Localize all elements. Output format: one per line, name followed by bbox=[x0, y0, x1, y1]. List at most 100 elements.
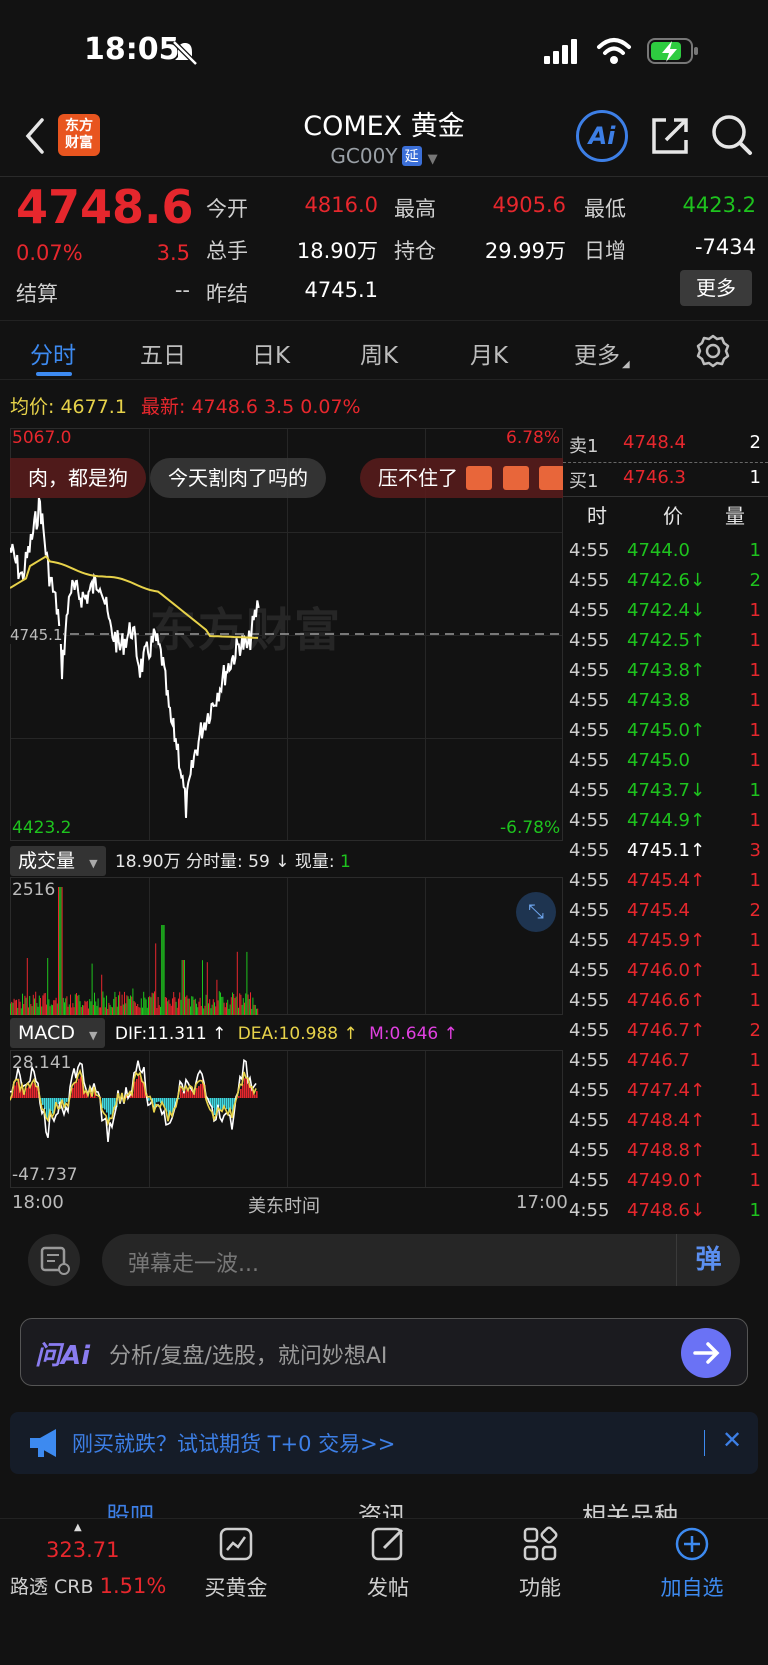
volume-bar bbox=[18, 999, 20, 1015]
nav-post[interactable]: 发帖 bbox=[338, 1526, 438, 1606]
tick-time: 4:55 bbox=[569, 750, 610, 771]
chart-top-price: 5067.0 bbox=[12, 428, 72, 448]
volume-bar bbox=[17, 1007, 19, 1015]
tick-row: 4:55 4748.8↑ 1 bbox=[563, 1138, 768, 1168]
tick-qty: 2 bbox=[749, 900, 761, 921]
nav-functions[interactable]: 功能 bbox=[490, 1526, 590, 1606]
danmu-bubble-1[interactable]: 肉，都是狗 bbox=[10, 458, 146, 498]
volume-bar bbox=[32, 994, 34, 1015]
open-label: 今开 bbox=[206, 197, 248, 221]
share-icon[interactable] bbox=[648, 114, 692, 158]
volume-bar bbox=[208, 1003, 209, 1015]
tab-five-day[interactable]: 五日 bbox=[140, 336, 186, 370]
macd-bar bbox=[110, 1098, 112, 1115]
volume-bar bbox=[216, 979, 218, 1015]
volume-bar bbox=[100, 1007, 101, 1015]
settings-gear-icon[interactable] bbox=[696, 334, 730, 368]
danmu-placeholder: 弹幕走一波... bbox=[128, 1252, 259, 1277]
tab-more[interactable]: 更多 ◢ bbox=[574, 336, 630, 370]
tab-daily-k[interactable]: 日K bbox=[252, 336, 290, 370]
tick-time: 4:55 bbox=[569, 1110, 610, 1131]
ai-input-box[interactable]: 问Ai 分析/复盘/选股，就问妙想AI bbox=[20, 1318, 748, 1386]
volume-bar bbox=[65, 998, 67, 1015]
danmu-bubble-3-text: 压不住了 bbox=[378, 466, 458, 490]
nav-index[interactable]: ▲ 323.71 路透 CRB 1.51% bbox=[0, 1518, 166, 1606]
volume-bar bbox=[22, 993, 23, 1015]
volume-bar bbox=[173, 992, 175, 1015]
macd-selector[interactable]: MACD ▼ bbox=[10, 1018, 106, 1048]
volume-bar bbox=[229, 1004, 231, 1015]
dropdown-icon: ▼ bbox=[89, 857, 98, 870]
volume-bar bbox=[16, 999, 17, 1015]
notice-text[interactable]: 刚买就跌？试试期货 T+0 交易>> bbox=[72, 1428, 395, 1458]
close-icon[interactable]: ✕ bbox=[722, 1426, 742, 1454]
danmu-bubble-3[interactable]: 压不住了 bbox=[360, 458, 563, 498]
volume-bar bbox=[42, 995, 44, 1015]
tab-more-label: 更多 bbox=[574, 343, 620, 369]
tab-intraday[interactable]: 分时 bbox=[30, 336, 76, 370]
tick-row: 4:55 4745.9↑ 1 bbox=[563, 928, 768, 958]
macd-bar bbox=[74, 1081, 76, 1098]
volume-bar bbox=[236, 951, 238, 1015]
volume-bar bbox=[178, 998, 179, 1015]
nav-add-watchlist[interactable]: 加自选 bbox=[642, 1526, 742, 1606]
notice-bar[interactable]: 刚买就跌？试试期货 T+0 交易>> ✕ bbox=[10, 1412, 758, 1474]
danmu-send-button[interactable]: 弹 bbox=[676, 1234, 740, 1286]
latest-pct: 0.07% bbox=[300, 396, 361, 418]
more-button[interactable]: 更多 bbox=[680, 270, 752, 306]
tick-price: 4745.4 bbox=[627, 900, 690, 921]
volume-bar bbox=[132, 988, 134, 1015]
volume-bar bbox=[242, 998, 244, 1015]
tick-time: 4:55 bbox=[569, 990, 610, 1011]
volume-bar bbox=[101, 974, 103, 1015]
dropdown-icon: ▼ bbox=[89, 1029, 98, 1042]
volume-bar bbox=[94, 992, 95, 1015]
tick-row: 4:55 4749.0↑ 1 bbox=[563, 1168, 768, 1198]
caret-up-icon: ▲ bbox=[74, 1522, 82, 1533]
volume-bar bbox=[253, 1004, 255, 1015]
macd-lines bbox=[10, 1058, 258, 1142]
search-icon[interactable] bbox=[710, 112, 754, 158]
tick-row: 4:55 4745.0↑ 1 bbox=[563, 718, 768, 748]
danmu-input[interactable]: 弹幕走一波... 弹 bbox=[102, 1234, 740, 1286]
volume-bar bbox=[68, 1004, 70, 1015]
tick-qty: 1 bbox=[749, 870, 761, 891]
nav-post-label: 发帖 bbox=[367, 1576, 409, 1600]
volume-bar bbox=[116, 1006, 118, 1015]
tick-qty: 1 bbox=[749, 1110, 761, 1131]
volume-bar bbox=[136, 1006, 137, 1015]
tick-qty: 1 bbox=[749, 1170, 761, 1191]
ai-submit-button[interactable] bbox=[681, 1328, 731, 1378]
volume-bar bbox=[55, 997, 57, 1015]
tick-price: 4749.0↑ bbox=[627, 1170, 706, 1191]
volume-bar bbox=[36, 1003, 38, 1015]
volume-bar bbox=[144, 997, 146, 1015]
bid-row: 买1 4746.3 1 bbox=[563, 465, 768, 495]
volume-bar bbox=[186, 995, 188, 1015]
tick-row: 4:55 4746.7 1 bbox=[563, 1048, 768, 1078]
macd-bar bbox=[148, 1098, 150, 1101]
volume-selector[interactable]: 成交量 ▼ bbox=[10, 846, 106, 876]
tick-row: 4:55 4743.8↑ 1 bbox=[563, 658, 768, 688]
volume-bar bbox=[122, 1004, 124, 1015]
tab-weekly-k[interactable]: 周K bbox=[360, 336, 398, 370]
tick-row: 4:55 4743.8 1 bbox=[563, 688, 768, 718]
danmu-toggle-icon[interactable] bbox=[28, 1234, 80, 1286]
volume-bar bbox=[84, 1000, 86, 1015]
danmu-bubble-2[interactable]: 今天割肉了吗的 bbox=[150, 458, 326, 498]
macd-bar bbox=[198, 1086, 200, 1098]
tick-price: 4748.4↑ bbox=[627, 1110, 706, 1131]
prev-settle-label: 昨结 bbox=[206, 282, 248, 306]
ai-button[interactable]: Ai bbox=[576, 110, 628, 162]
macd-bar bbox=[200, 1084, 202, 1098]
nav-buy-gold[interactable]: 买黄金 bbox=[186, 1526, 286, 1606]
volume-bar bbox=[35, 991, 37, 1015]
tick-row: 4:55 4745.4↑ 1 bbox=[563, 868, 768, 898]
chart-top-pct: 6.78% bbox=[506, 428, 561, 448]
volume-bar bbox=[127, 996, 129, 1015]
volume-bar bbox=[176, 1007, 178, 1015]
macd-bar bbox=[46, 1098, 48, 1118]
macd-bar bbox=[244, 1078, 246, 1098]
expand-icon[interactable]: ⤡ bbox=[516, 892, 556, 932]
tab-monthly-k[interactable]: 月K bbox=[470, 336, 508, 370]
